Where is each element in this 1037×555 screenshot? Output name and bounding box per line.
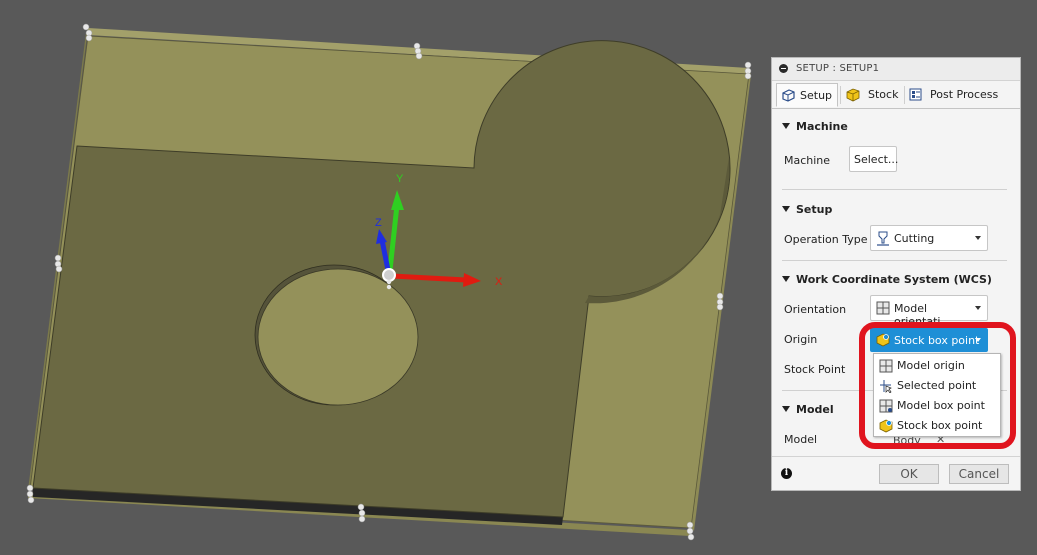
setup-panel: SETUP : SETUP1 Setup Stock Post Process … <box>771 57 1021 491</box>
origin-dropdown[interactable]: Stock box point <box>870 328 988 352</box>
menu-item-label: Model origin <box>897 359 965 372</box>
wcs-section-title: Work Coordinate System (WCS) <box>796 273 992 286</box>
panel-tabs: Setup Stock Post Process <box>772 80 1020 109</box>
origin-dropdown-menu: Model origin Selected point Model box po… <box>873 353 1001 437</box>
wcs-origin-point[interactable] <box>382 268 396 282</box>
post-process-icon <box>909 88 922 101</box>
setup-icon <box>782 89 795 102</box>
tab-post-process[interactable]: Post Process <box>906 83 1006 107</box>
panel-titlebar[interactable]: SETUP : SETUP1 <box>772 58 1020 81</box>
menu-item-stock-box-point[interactable]: Stock box point <box>874 416 1000 436</box>
pocket-floor[interactable] <box>257 268 419 406</box>
tab-stock[interactable]: Stock <box>842 83 902 107</box>
stock-cube-icon <box>846 88 860 102</box>
collapse-triangle-icon <box>782 123 790 129</box>
machine-select-button[interactable]: Select... <box>849 146 899 172</box>
machine-label: Machine <box>784 154 831 167</box>
info-icon[interactable]: i <box>781 468 792 479</box>
x-axis-label: X <box>495 276 503 288</box>
stock-box-point-icon <box>879 419 893 433</box>
chevron-down-icon <box>975 306 981 310</box>
menu-item-selected-point[interactable]: Selected point <box>874 376 1000 396</box>
model-origin-icon <box>879 359 893 373</box>
operation-type-label: Operation Type <box>784 233 868 246</box>
orientation-label: Orientation <box>784 303 847 316</box>
operation-type-value: Cutting <box>894 232 935 245</box>
chevron-down-icon <box>975 338 981 342</box>
z-axis-label: Z <box>375 217 382 229</box>
model-orientation-icon <box>876 301 890 315</box>
cutting-tool-icon <box>877 231 889 246</box>
tab-setup-label: Setup <box>800 89 833 102</box>
model-box-point-icon <box>879 399 893 413</box>
collapse-triangle-icon <box>782 206 790 212</box>
chevron-down-icon <box>975 236 981 240</box>
origin-value: Stock box point <box>894 334 980 347</box>
machine-section-title: Machine <box>796 120 848 133</box>
menu-item-label: Selected point <box>897 379 977 392</box>
origin-label: Origin <box>784 333 818 346</box>
setup-section-title: Setup <box>796 203 833 216</box>
orientation-value: Model orientati... <box>894 302 951 328</box>
model-label: Model <box>784 433 818 446</box>
collapse-panel-icon[interactable] <box>779 64 788 73</box>
collapse-triangle-icon <box>782 406 790 412</box>
cancel-button[interactable]: Cancel <box>949 464 1009 484</box>
operation-type-dropdown[interactable]: Cutting <box>870 225 988 251</box>
tab-stock-label: Stock <box>868 88 899 101</box>
ok-button[interactable]: OK <box>879 464 939 484</box>
orientation-dropdown[interactable]: Model orientati... <box>870 295 988 328</box>
machine-select-label: Select... <box>854 153 899 166</box>
stock-box-point-icon <box>876 333 890 347</box>
tab-setup[interactable]: Setup <box>776 83 838 107</box>
model-section-title: Model <box>796 403 834 416</box>
menu-item-model-box-point[interactable]: Model box point <box>874 396 1000 416</box>
selected-point-icon <box>880 380 892 393</box>
collapse-triangle-icon <box>782 276 790 282</box>
menu-item-model-origin[interactable]: Model origin <box>874 356 1000 376</box>
menu-item-label: Model box point <box>897 399 985 412</box>
panel-title: SETUP : SETUP1 <box>796 63 880 74</box>
y-axis-label: Y <box>396 173 404 185</box>
stock-point-label: Stock Point <box>784 363 846 376</box>
menu-item-label: Stock box point <box>897 419 983 432</box>
tab-post-process-label: Post Process <box>930 88 999 101</box>
